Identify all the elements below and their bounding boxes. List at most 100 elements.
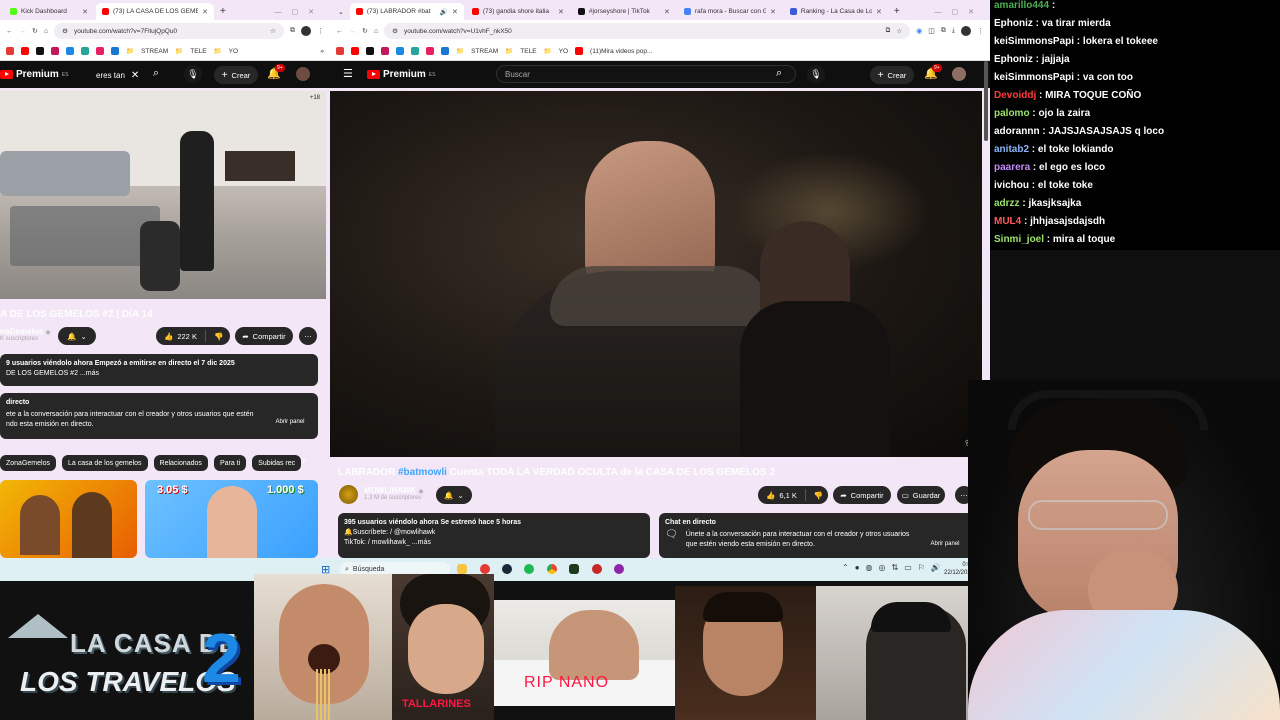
home-icon[interactable]: ⌂ — [374, 28, 378, 35]
subscribe-bell-button[interactable]: 🔔 ⌄ — [436, 486, 472, 504]
steam-icon[interactable] — [502, 564, 512, 574]
bookmark-folder-yo[interactable]: YO — [559, 48, 568, 55]
chat-username[interactable]: paarera — [994, 162, 1030, 173]
tray-icons[interactable]: ⌃●◍◎⇅▭⚐🔊 — [842, 563, 947, 572]
hamburger-menu-icon[interactable]: ☰ — [343, 67, 353, 80]
reload-icon[interactable]: ↻ — [32, 27, 38, 35]
reload-icon[interactable]: ↻ — [362, 27, 368, 35]
channel-name[interactable]: naGemelos ◉ — [0, 327, 51, 336]
right-tab-ranking[interactable]: Ranking - La Casa de Los ✕ — [784, 3, 888, 20]
site-info-icon[interactable]: ⚙ — [62, 27, 68, 35]
window-controls[interactable]: —▢✕ — [269, 8, 330, 20]
chat-username[interactable]: MUL4 — [994, 216, 1021, 227]
dislike-icon[interactable]: 👎 — [814, 491, 823, 500]
bookmark-icon[interactable] — [36, 47, 44, 55]
bookmark-icon[interactable] — [111, 47, 119, 55]
bookmark-icon[interactable] — [336, 47, 344, 55]
bookmark-star-icon[interactable]: ☆ — [270, 27, 276, 35]
extension-icon[interactable]: ◫ — [928, 27, 935, 35]
extensions-icon[interactable]: ⧉ — [290, 27, 295, 35]
terminal-icon[interactable] — [569, 564, 579, 574]
close-icon[interactable]: ✕ — [770, 8, 776, 16]
bookmark-icon[interactable] — [351, 47, 359, 55]
close-icon[interactable]: ✕ — [452, 8, 458, 16]
forward-icon[interactable]: → — [349, 28, 356, 35]
close-icon[interactable]: ✕ — [664, 8, 670, 16]
chat-username[interactable]: Devoiddj — [994, 90, 1036, 101]
spotify-icon[interactable] — [524, 564, 534, 574]
avatar[interactable] — [296, 67, 310, 81]
close-icon[interactable]: ✕ — [876, 8, 882, 16]
home-icon[interactable]: ⌂ — [44, 28, 48, 35]
chat-username[interactable]: anitab2 — [994, 144, 1029, 155]
like-icon[interactable]: 👍 — [766, 491, 775, 500]
install-icon[interactable]: ⧉ — [886, 27, 891, 35]
hashtag-link[interactable]: #batmowli — [398, 467, 447, 478]
bookmark-folder-yo[interactable]: YO — [229, 48, 238, 55]
new-tab-icon[interactable]: + — [216, 6, 230, 20]
share-button[interactable]: ➦ Compartir — [235, 327, 293, 345]
file-explorer-icon[interactable] — [457, 564, 467, 574]
left-tab-kick[interactable]: Kick Dashboard ✕ — [4, 3, 94, 20]
chat-username[interactable]: keiSimmonsPapi — [994, 72, 1074, 83]
extension-icon[interactable]: ◉ — [916, 27, 922, 35]
close-icon[interactable]: ✕ — [202, 8, 208, 16]
window-controls[interactable]: —▢✕ — [929, 8, 990, 20]
chat-username[interactable]: amarillo444 — [994, 0, 1049, 11]
right-tab-youtube-labrador[interactable]: (73) LABRADOR #bat 🔊 ✕ — [349, 3, 464, 20]
chat-username[interactable]: keiSimmonsPapi — [994, 36, 1074, 47]
dislike-icon[interactable]: 👎 — [214, 332, 223, 341]
open-panel-button[interactable]: Abrir panel — [925, 537, 965, 551]
menu-icon[interactable]: ⋮ — [317, 27, 324, 35]
mic-icon[interactable]: 🎙 — [807, 65, 825, 83]
bookmark-icon[interactable] — [96, 47, 104, 55]
create-button[interactable]: + Crear — [870, 66, 914, 84]
create-button[interactable]: + Crear — [214, 66, 258, 84]
search-input[interactable]: Buscar — [496, 65, 796, 83]
chip-la-casa[interactable]: La casa de los gemelos — [61, 455, 148, 471]
like-icon[interactable]: 👍 — [164, 332, 173, 341]
share-button[interactable]: ➦ Compartir — [833, 486, 891, 504]
chat-username[interactable]: adorannn — [994, 126, 1040, 137]
back-icon[interactable]: ← — [6, 28, 13, 35]
app-icon[interactable] — [592, 564, 602, 574]
right-omnibox[interactable]: ⚙ youtube.com/watch?v=U1vhF_nkX50 ⧉ ☆ — [384, 23, 911, 39]
more-bookmarks-icon[interactable]: » — [320, 48, 324, 55]
audio-icon[interactable]: 🔊 — [440, 8, 448, 16]
bookmark-folder-stream[interactable]: STREAM — [141, 48, 168, 55]
bookmark-folder-tele[interactable]: TELE — [190, 48, 206, 55]
more-actions-button[interactable]: ⋯ — [299, 327, 317, 345]
thumbnail[interactable] — [0, 480, 137, 558]
new-tab-icon[interactable]: + — [890, 6, 904, 20]
save-button[interactable]: ▭ Guardar — [897, 486, 945, 504]
bookmark-folder-stream[interactable]: STREAM — [471, 48, 498, 55]
bookmark-icon[interactable] — [441, 47, 449, 55]
mic-icon[interactable]: 🎙 — [184, 65, 202, 83]
bookmark-folder-tele[interactable]: TELE — [520, 48, 536, 55]
close-icon[interactable]: ✕ — [82, 8, 88, 16]
chip-relacionados[interactable]: Relacionados — [153, 455, 208, 471]
chip-para-ti[interactable]: Para ti — [213, 455, 247, 471]
channel-name[interactable]: MOWLIHAWK ◉ — [364, 486, 423, 495]
channel-avatar[interactable] — [339, 485, 358, 504]
close-icon[interactable]: ✕ — [558, 8, 564, 16]
open-panel-button[interactable]: Abrir panel — [270, 415, 310, 429]
youtube-logo[interactable]: Premium ES — [367, 69, 435, 80]
right-tab-google[interactable]: rafa mora - Buscar con Go ✕ — [678, 3, 782, 20]
chat-username[interactable]: Ephoniz — [994, 18, 1033, 29]
main-video-player[interactable]: ❀ — [330, 91, 982, 457]
forward-icon[interactable]: → — [19, 28, 26, 35]
page-scrollbar[interactable] — [984, 61, 988, 141]
bookmark-icon[interactable] — [6, 47, 14, 55]
bookmark-icon[interactable] — [51, 47, 59, 55]
clear-search-icon[interactable]: ✕ — [131, 70, 139, 81]
bookmark-icon[interactable] — [366, 47, 374, 55]
site-info-icon[interactable]: ⚙ — [392, 27, 398, 35]
right-tab-gandia[interactable]: (73) gandia shore italia ✕ — [466, 3, 570, 20]
app-icon[interactable] — [614, 564, 624, 574]
bookmark-icon[interactable] — [66, 47, 74, 55]
bookmark-icon[interactable] — [81, 47, 89, 55]
chat-username[interactable]: Sinmi_joel — [994, 234, 1044, 245]
chip-zonagemelos[interactable]: ZonaGemelos — [0, 455, 56, 471]
menu-icon[interactable]: ⋮ — [977, 27, 984, 35]
